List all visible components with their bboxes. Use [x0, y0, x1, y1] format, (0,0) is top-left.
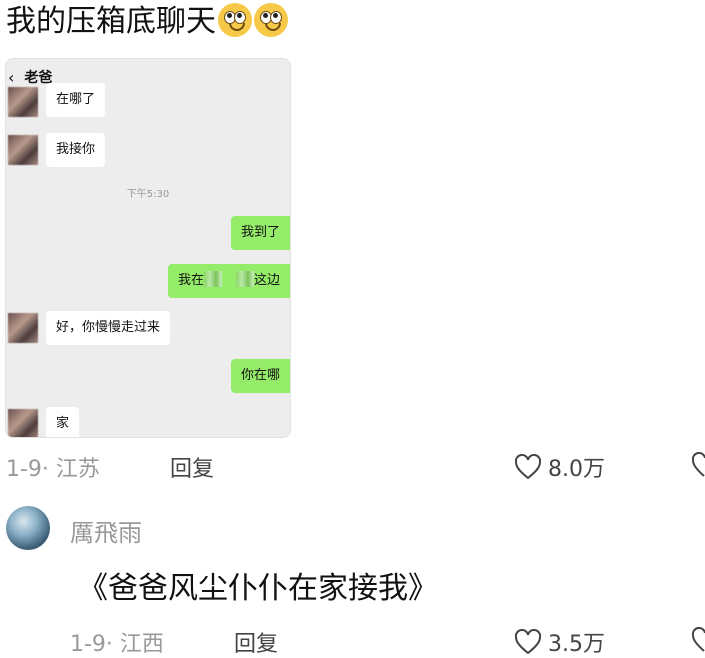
message-text: 我在 [177, 273, 204, 288]
message-bubble: 你在哪 [230, 359, 290, 393]
dislike-icon[interactable] [691, 627, 705, 653]
like-count: 3.5万 [548, 632, 605, 657]
chat-screenshot-image[interactable]: ‹ 老爸 在哪了 我接你 下午5:30 我到了 我在 这边 好，你慢慢走过来 你在… [5, 58, 291, 438]
message-row: 我到了 [6, 216, 290, 250]
comment-text: 我的压箱底聊天 [6, 2, 288, 42]
message-bubble: 在哪了 [46, 83, 106, 117]
crying-face-icon [218, 3, 252, 37]
like-button[interactable]: 8.0万 [514, 451, 605, 483]
reply-button[interactable]: 回复 [234, 626, 278, 658]
heart-icon [514, 454, 542, 480]
comment-date-location: 1-9· 江西 [70, 632, 164, 657]
message-row: 家 [6, 407, 290, 437]
back-arrow-icon: ‹ [8, 67, 15, 87]
message-row: 我接你 [6, 133, 290, 167]
avatar [8, 135, 38, 165]
message-row: 我在 这边 [6, 264, 290, 298]
reply-button[interactable]: 回复 [170, 451, 214, 483]
message-bubble: 我到了 [230, 216, 290, 250]
message-row: 好，你慢慢走过来 [6, 311, 290, 345]
mosaic-redaction [203, 271, 222, 287]
message-bubble: 家 [46, 407, 80, 437]
message-bubble: 我接你 [46, 133, 106, 167]
avatar [8, 409, 38, 437]
message-bubble: 好，你慢慢走过来 [46, 311, 171, 345]
comment-body: 我的压箱底聊天 [6, 4, 216, 39]
mosaic-redaction [235, 271, 254, 287]
message-text: 这边 [253, 273, 280, 288]
username[interactable]: 厲飛雨 [70, 513, 142, 548]
comment-body: 《爸爸风尘仆仆在家接我》 [78, 571, 438, 606]
avatar[interactable] [6, 506, 50, 550]
like-count: 8.0万 [548, 457, 605, 482]
message-row: 在哪了 [6, 83, 290, 123]
comment-date-location: 1-9· 江苏 [6, 457, 100, 482]
dislike-icon[interactable] [691, 452, 705, 478]
message-bubble: 我在 这边 [167, 264, 290, 298]
crying-face-icon [254, 3, 288, 37]
chat-timestamp: 下午5:30 [126, 189, 170, 200]
message-row: 你在哪 [6, 359, 290, 393]
like-button[interactable]: 3.5万 [514, 626, 605, 658]
avatar [8, 87, 38, 117]
heart-icon [514, 629, 542, 655]
avatar [8, 313, 38, 343]
